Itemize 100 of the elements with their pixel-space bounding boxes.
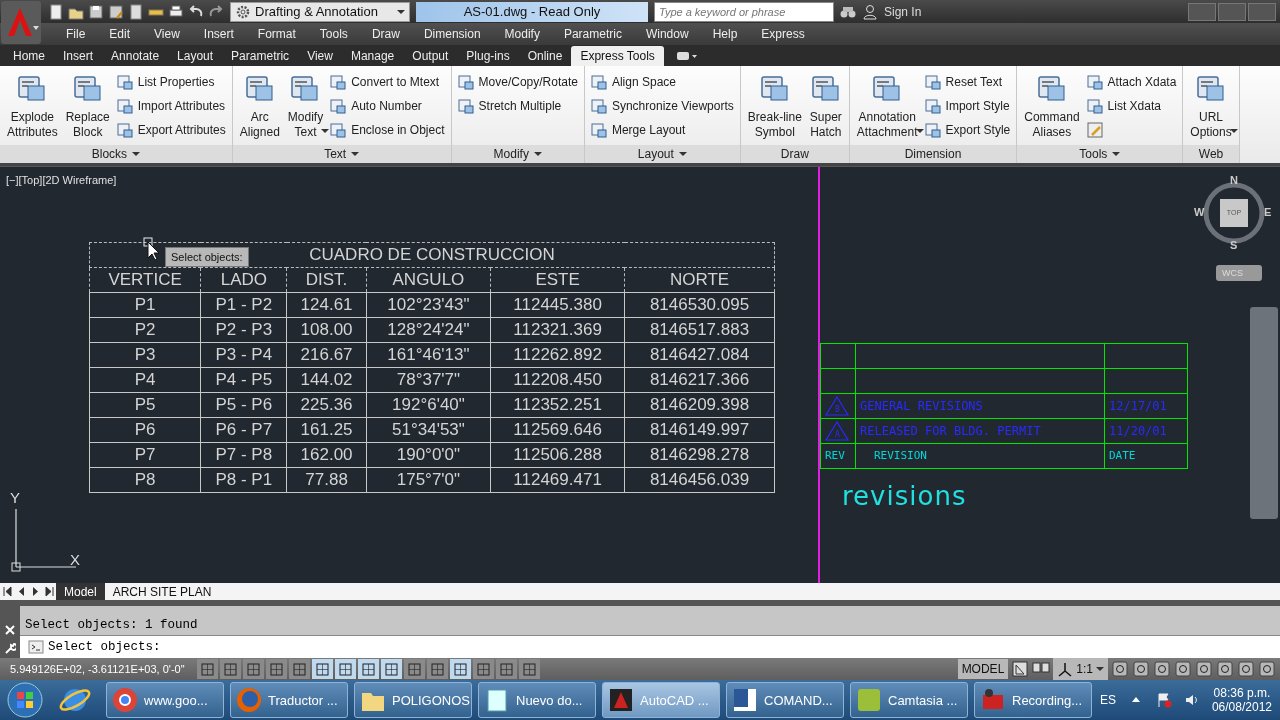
ribbon-button[interactable]: Break-line Symbol <box>744 69 805 145</box>
toggle-button[interactable] <box>312 659 333 680</box>
ribbon-button[interactable]: Super Hatch <box>806 69 845 145</box>
panel-title[interactable]: Layout <box>584 144 740 163</box>
toggle-button[interactable] <box>450 659 471 680</box>
ribbon-button[interactable]: Attach Xdata <box>1084 71 1179 93</box>
menu-item[interactable]: Edit <box>97 27 143 41</box>
toggle-button[interactable] <box>496 659 517 680</box>
minimize-ribbon-icon[interactable] <box>675 49 698 62</box>
caret-icon[interactable] <box>1112 151 1121 156</box>
taskbar-button[interactable]: COMAND... <box>726 682 844 719</box>
menu-item[interactable]: File <box>54 27 98 41</box>
menu-item[interactable]: Window <box>633 27 701 41</box>
layout-tab[interactable]: ARCH SITE PLAN <box>104 583 220 601</box>
ribbon-button[interactable]: Move/Copy/Rotate <box>455 71 580 93</box>
wrench-icon[interactable] <box>4 642 16 655</box>
command-input[interactable]: Select objects: <box>20 636 1280 659</box>
new-file-icon[interactable] <box>48 3 64 20</box>
model-space-label[interactable]: MODEL <box>957 659 1009 680</box>
prompt-icon[interactable] <box>28 639 44 656</box>
caret-icon[interactable] <box>678 151 687 156</box>
ribbon-button[interactable]: Reset Text <box>922 71 1013 93</box>
ribbon-tab[interactable]: Insert <box>54 45 103 66</box>
toggle-button[interactable] <box>358 659 379 680</box>
taskbar-button[interactable]: Camtasia ... <box>850 682 968 719</box>
sign-in-link[interactable]: Sign In <box>884 4 922 19</box>
ribbon-tab[interactable]: Layout <box>168 45 223 66</box>
start-button[interactable] <box>6 681 44 720</box>
ribbon-tab[interactable]: Output <box>403 45 458 66</box>
first-icon[interactable] <box>1 585 14 599</box>
ribbon-button[interactable]: List Xdata <box>1084 95 1179 117</box>
toggle-button[interactable] <box>404 659 425 680</box>
ribbon-button[interactable]: Arc Aligned <box>236 69 283 145</box>
ribbon-button[interactable]: Merge Layout <box>588 119 736 141</box>
layout-tab[interactable]: Model <box>56 583 105 601</box>
ribbon-tab[interactable]: Manage <box>341 45 404 66</box>
caret-icon[interactable] <box>533 151 542 156</box>
menu-item[interactable]: Insert <box>191 27 246 41</box>
panel-title[interactable]: Tools <box>1017 144 1183 163</box>
ribbon-button[interactable]: Enclose in Object <box>328 119 447 141</box>
toggle-button[interactable] <box>381 659 402 680</box>
ribbon-tab[interactable]: Online <box>518 45 572 66</box>
taskbar-button[interactable]: Nuevo do... <box>478 682 596 719</box>
toggle-button[interactable] <box>220 659 241 680</box>
ribbon-tab[interactable]: Plug-ins <box>457 45 519 66</box>
taskbar-button[interactable]: Recording... <box>974 682 1092 719</box>
ribbon-button[interactable]: Synchronize Viewports <box>588 95 736 117</box>
menu-item[interactable]: Draw <box>359 27 412 41</box>
menu-item[interactable]: Parametric <box>551 27 634 41</box>
ribbon-button[interactable]: Replace Block <box>62 69 113 145</box>
toggle-button[interactable] <box>427 659 448 680</box>
taskbar-button[interactable]: www.goo... <box>106 682 224 719</box>
toggle-button[interactable] <box>473 659 494 680</box>
ribbon-button[interactable]: Auto Number <box>328 95 447 117</box>
ribbon-button[interactable]: URL Options <box>1187 69 1235 145</box>
ribbon-button[interactable]: Stretch Multiple <box>455 95 580 117</box>
ribbon-tab[interactable]: View <box>298 45 342 66</box>
menu-item[interactable]: Format <box>245 27 308 41</box>
caret-icon[interactable] <box>132 151 141 156</box>
language-indicator[interactable]: ES <box>1099 693 1116 708</box>
ribbon-button[interactable]: Export Attributes <box>114 119 228 141</box>
document-icon[interactable] <box>128 3 144 20</box>
search-field[interactable]: Type a keyword or phrase <box>654 1 834 22</box>
ribbon-button[interactable]: Export Style <box>922 119 1013 141</box>
ribbon-tab[interactable]: Parametric <box>222 45 299 66</box>
user-icon[interactable] <box>862 3 878 20</box>
taskbar-button[interactable]: Traductor ... <box>230 682 348 719</box>
toggle-button[interactable] <box>266 659 287 680</box>
ribbon-button[interactable]: Import Attributes <box>114 95 228 117</box>
taskbar-button[interactable]: POLIGONOS <box>354 682 472 719</box>
menu-item[interactable]: View <box>142 27 192 41</box>
toggle-button[interactable] <box>197 659 218 680</box>
layout-icon[interactable] <box>1011 660 1030 679</box>
workspace-dropdown[interactable]: Drafting & Annotation <box>230 1 410 22</box>
toggle-button[interactable] <box>289 659 310 680</box>
menu-item[interactable]: Express <box>749 27 817 41</box>
ribbon-button[interactable]: Command Aliases <box>1021 69 1083 145</box>
ribbon-button[interactable]: Convert to Mtext <box>328 71 447 93</box>
panel-title[interactable]: Modify <box>451 144 584 163</box>
ribbon-tab[interactable]: Home <box>4 45 54 66</box>
clock-time[interactable]: 08:36 p.m. <box>1213 686 1271 701</box>
ribbon-button[interactable]: List Properties <box>114 71 228 93</box>
annotation-scale[interactable]: 1:1 <box>1053 658 1108 681</box>
menu-item[interactable]: Dimension <box>411 27 493 41</box>
flag-icon[interactable] <box>1155 692 1172 709</box>
caret-icon[interactable] <box>351 151 360 156</box>
ribbon-button[interactable]: Explode Attributes <box>4 69 61 145</box>
last-icon[interactable] <box>43 585 56 599</box>
clock-date[interactable]: 06/08/2012 <box>1211 700 1272 715</box>
toggle-button[interactable] <box>519 659 540 680</box>
panel-title[interactable]: Text <box>232 144 451 163</box>
ribbon-tab[interactable]: Express Tools <box>571 45 664 66</box>
ribbon-button[interactable]: Import Style <box>922 95 1013 117</box>
menu-item[interactable]: Tools <box>307 27 360 41</box>
close-icon[interactable] <box>4 624 16 637</box>
print-icon[interactable] <box>168 3 184 20</box>
viewport-controls[interactable]: [−][Top][2D Wireframe] <box>6 173 818 186</box>
ribbon-button[interactable]: Align Space <box>588 71 736 93</box>
save-pencil-icon[interactable] <box>108 3 124 20</box>
menu-item[interactable]: Modify <box>492 27 552 41</box>
